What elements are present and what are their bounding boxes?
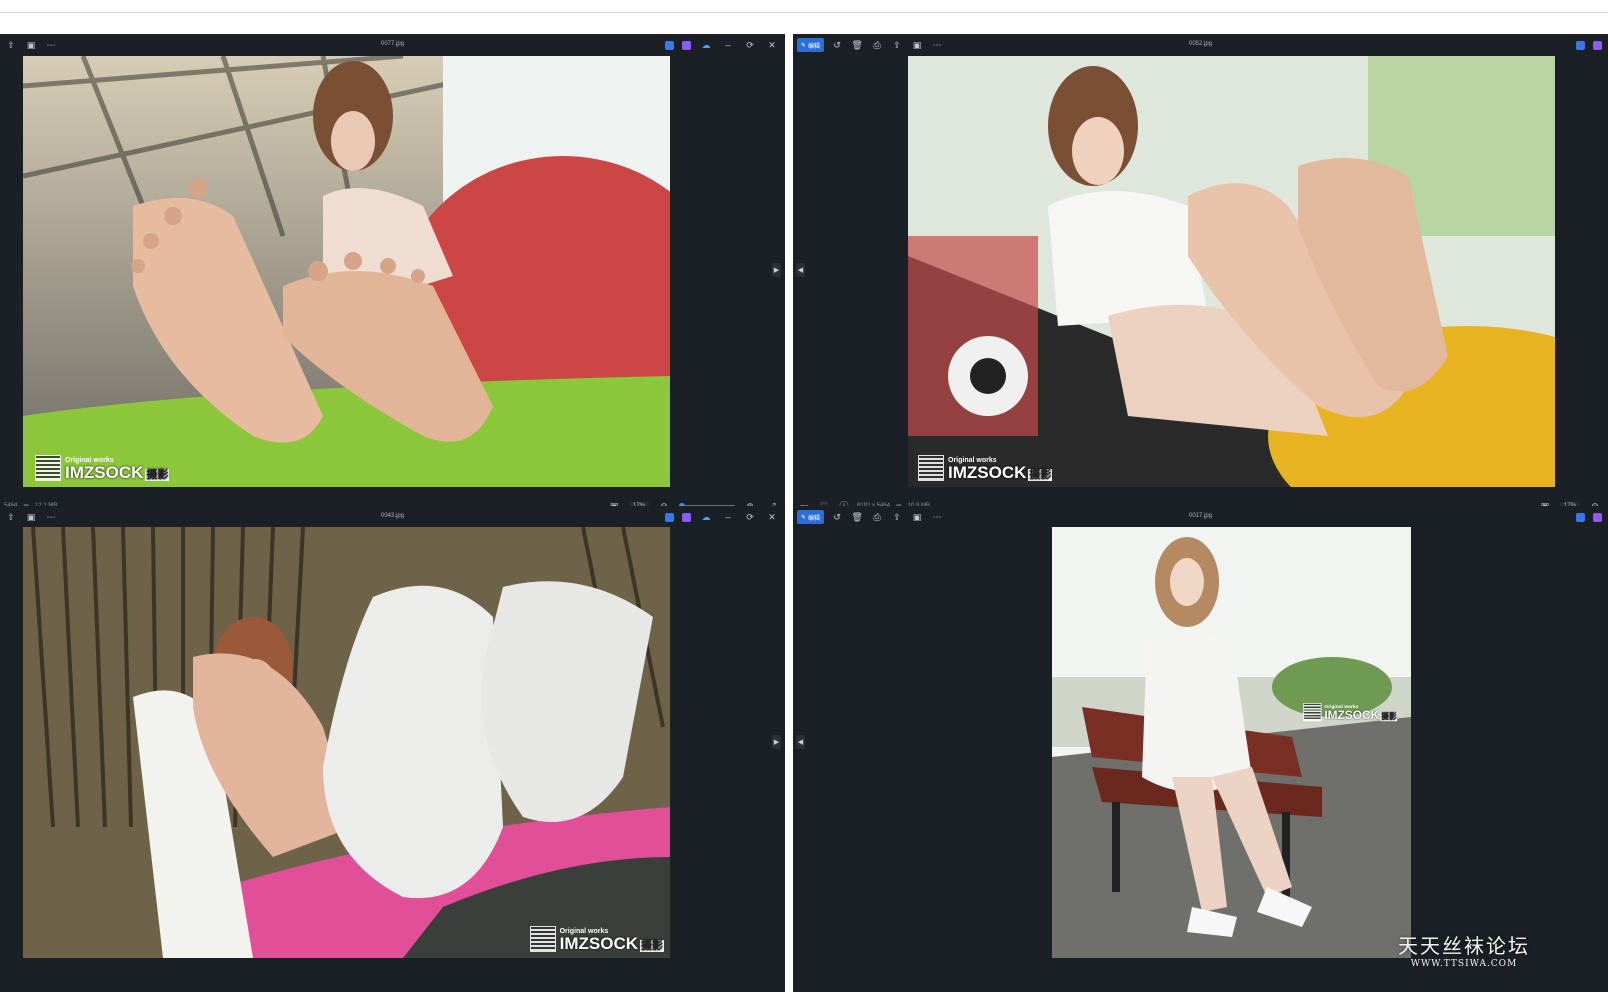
watermark: Original works IMZSOCK 摄影 (918, 455, 1053, 482)
photo-viewer-2: ✎ 编辑 ↺ 🗑 ⎙ ⇪ ▣ ⋯ 0052.jpg Original works… (793, 34, 1608, 516)
watermark-brand: IMZSOCK 摄影 (559, 934, 664, 953)
restore-icon[interactable]: ⟳ (743, 38, 757, 52)
next-image-button[interactable]: ▶ (772, 263, 781, 277)
watermark-brand: IMZSOCK 摄影 (1323, 708, 1397, 722)
file-name: 0017.jpg (1188, 513, 1213, 519)
app-icon-blue[interactable] (1576, 40, 1585, 50)
close-icon[interactable]: ✕ (765, 510, 779, 524)
photo-image (908, 56, 1555, 487)
photo-0077: Original works IMZSOCK 摄影 (23, 56, 670, 487)
page-divider (0, 12, 1608, 13)
minimize-icon[interactable]: – (721, 510, 735, 524)
forum-title: 天天丝袜论坛 (1398, 934, 1530, 958)
title-bar: ✎ 编辑 ↺ 🗑 ⎙ ⇪ ▣ ⋯ 0017.jpg (793, 506, 1608, 528)
photo-image (23, 56, 670, 487)
watermark: Original works IMZSOCK 摄影 (529, 926, 664, 953)
title-bar: ✎ 编辑 ↺ 🗑 ⎙ ⇪ ▣ ⋯ 0052.jpg (793, 34, 1608, 56)
title-bar: ⇪ ▣ ⋯ 0043.jpg ☁ – ⟳ ✕ (0, 506, 785, 528)
watermark-brand: IMZSOCK 摄影 (65, 463, 170, 482)
cloud-icon[interactable]: ☁ (699, 510, 713, 524)
watermark: Original works IMZSOCK 摄影 (35, 455, 170, 482)
qr-code (1302, 703, 1322, 722)
photo-0052: Original works IMZSOCK 摄影 (908, 56, 1555, 487)
forum-url: WWW.TTSIWA.COM (1410, 959, 1518, 969)
photo-viewer-3: ⇪ ▣ ⋯ 0043.jpg ☁ – ⟳ ✕ Original works IM… (0, 506, 785, 992)
photo-0017: Original works IMZSOCK 摄影 (1052, 527, 1411, 958)
forum-watermark: 天天丝袜论坛 WWW.TTSIWA.COM (1398, 930, 1530, 969)
photo-image (1052, 527, 1411, 958)
app-icon-purple[interactable] (682, 40, 691, 50)
photo-0043: Original works IMZSOCK 摄影 (23, 527, 670, 958)
cloud-icon[interactable]: ☁ (699, 38, 713, 52)
qr-code (35, 455, 61, 481)
app-icon-blue[interactable] (665, 512, 674, 522)
qr-code (529, 926, 556, 952)
previous-image-button[interactable]: ◀ (796, 735, 805, 749)
next-image-button[interactable]: ▶ (772, 735, 781, 749)
watermark-brand: IMZSOCK 摄影 (948, 463, 1053, 482)
file-name: 0052.jpg (1188, 41, 1213, 47)
restore-icon[interactable]: ⟳ (743, 510, 757, 524)
photo-image (23, 527, 670, 958)
photo-viewer-4: ✎ 编辑 ↺ 🗑 ⎙ ⇪ ▣ ⋯ 0017.jpg Original works… (793, 506, 1608, 992)
app-icon-purple[interactable] (1593, 512, 1602, 522)
app-icon-blue[interactable] (1576, 512, 1585, 522)
app-icon-blue[interactable] (665, 40, 674, 50)
photo-viewer-1: ⇪ ▣ ⋯ 0077.jpg ☁ – ⟳ ✕ Original works IM… (0, 34, 785, 516)
close-icon[interactable]: ✕ (765, 38, 779, 52)
title-bar: ⇪ ▣ ⋯ 0077.jpg ☁ – ⟳ ✕ (0, 34, 785, 56)
watermark: Original works IMZSOCK 摄影 (1302, 703, 1397, 722)
app-icon-purple[interactable] (682, 512, 691, 522)
app-icon-purple[interactable] (1593, 40, 1602, 50)
qr-code (918, 455, 944, 481)
minimize-icon[interactable]: – (721, 38, 735, 52)
previous-image-button[interactable]: ◀ (796, 263, 805, 277)
